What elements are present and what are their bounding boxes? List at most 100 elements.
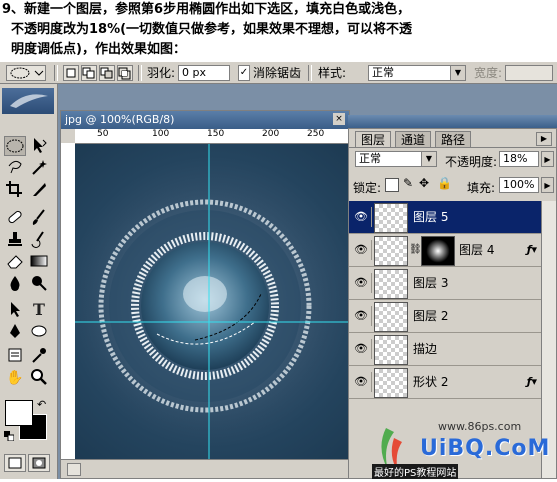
history-brush-tool[interactable] <box>28 230 50 250</box>
tab-layers[interactable]: 图层 <box>355 131 392 147</box>
fill-slider-button[interactable]: ▶ <box>541 177 554 193</box>
layer-mask-thumbnail[interactable] <box>421 236 455 266</box>
eye-icon[interactable]: 👁 <box>351 372 372 392</box>
droplet-icon <box>10 276 20 291</box>
intersect-selection-icon <box>118 67 131 80</box>
lock-position-icon[interactable]: ✥ <box>419 176 429 190</box>
slice-knife-icon <box>33 183 46 196</box>
pen-nib-icon <box>10 324 20 338</box>
chain-link-icon[interactable]: ⛓ <box>409 244 422 255</box>
clone-stamp-tool[interactable] <box>4 230 26 250</box>
layer-row[interactable]: 👁 图层 5 <box>349 201 543 234</box>
eye-icon[interactable]: 👁 <box>351 306 372 326</box>
layer-thumbnail <box>374 269 408 299</box>
toolbox: T ✋ ↶ <box>0 84 58 479</box>
fx-icon[interactable]: ƒ▾ <box>527 243 537 256</box>
caption-line-3: 明度调低点)，作出效果如图： <box>11 42 186 57</box>
width-input[interactable] <box>505 65 553 81</box>
brush-icon <box>32 209 45 225</box>
blur-tool[interactable] <box>4 274 26 294</box>
tool-preset-picker[interactable] <box>6 65 46 81</box>
blend-mode-value: 正常 <box>359 152 381 165</box>
move-arrow-icon <box>34 138 47 153</box>
layers-scrollbar[interactable] <box>541 201 556 478</box>
ellipse-shape-icon <box>31 325 47 337</box>
tab-paths[interactable]: 路径 <box>435 131 472 147</box>
eye-icon[interactable]: 👁 <box>351 240 372 260</box>
path-selection-tool[interactable] <box>4 300 26 320</box>
fx-icon[interactable]: ƒ▾ <box>527 375 537 388</box>
hand-tool[interactable]: ✋ <box>4 368 26 388</box>
ruler-tick: 50 <box>97 129 109 139</box>
layer-row[interactable]: 👁 图层 3 <box>349 267 543 300</box>
shape-tool[interactable] <box>28 322 50 342</box>
layer-row[interactable]: 👁 描边 <box>349 333 543 366</box>
eyedropper-icon <box>32 348 46 363</box>
layer-thumbnail <box>374 302 408 332</box>
intersect-selection-button[interactable] <box>117 65 133 81</box>
lock-transparency-icon[interactable] <box>385 178 399 192</box>
tab-channels[interactable]: 通道 <box>395 131 432 147</box>
type-tool[interactable]: T <box>28 300 50 320</box>
layer-name: 图层 4 <box>459 243 495 257</box>
blend-mode-select[interactable]: 正常 ▼ <box>355 151 437 167</box>
lasso-tool[interactable] <box>4 158 26 178</box>
opacity-input[interactable]: 18% <box>499 151 539 167</box>
quick-mask-button[interactable] <box>28 454 50 472</box>
new-selection-button[interactable] <box>63 65 79 81</box>
eyedropper-tool[interactable] <box>28 346 50 366</box>
antialias-checkbox[interactable]: ✓ <box>238 65 250 81</box>
status-menu-button[interactable] <box>67 463 81 476</box>
eraser-tool[interactable] <box>4 252 26 272</box>
options-bar: 羽化: 0 px ✓ 消除锯齿 样式: 正常 ▼ 宽度: <box>0 62 557 84</box>
magic-wand-tool[interactable] <box>28 158 50 178</box>
standard-mode-button[interactable] <box>4 454 26 472</box>
layer-row[interactable]: 👁 图层 2 <box>349 300 543 333</box>
document-title: jpg @ 100%(RGB/8) × <box>61 111 349 129</box>
lock-all-icon[interactable]: 🔒 <box>437 176 452 190</box>
add-selection-button[interactable] <box>81 65 97 81</box>
marquee-tool[interactable] <box>4 136 26 156</box>
subtract-selection-button[interactable] <box>99 65 115 81</box>
style-select[interactable]: 正常 ▼ <box>368 65 466 81</box>
pen-tool[interactable] <box>4 322 26 342</box>
crop-tool[interactable] <box>4 180 26 200</box>
swap-colors-icon[interactable]: ↶ <box>37 398 46 411</box>
eye-icon[interactable]: 👁 <box>351 273 372 293</box>
panel-titlebar <box>348 115 557 128</box>
feather-input[interactable]: 0 px <box>178 65 230 81</box>
opacity-slider-button[interactable]: ▶ <box>541 151 554 167</box>
zoom-tool[interactable] <box>28 368 50 388</box>
slice-tool[interactable] <box>28 180 50 200</box>
healing-brush-tool[interactable] <box>4 208 26 228</box>
caption-line-1: 9、新建一个图层，参照第6步用椭圆作出如下选区，填充白色或浅色， <box>2 2 411 17</box>
style-label: 样式: <box>318 66 347 80</box>
dodge-tool[interactable] <box>28 274 50 294</box>
lock-pixels-icon[interactable]: ✎ <box>403 176 413 190</box>
bandage-icon <box>8 210 22 224</box>
panel-menu-button[interactable]: ▶ <box>536 132 552 146</box>
layer-name: 描边 <box>413 342 438 356</box>
opacity-label: 不透明度: <box>445 155 498 169</box>
panel-tabs: 图层 通道 路径 ▶ <box>349 129 556 148</box>
notes-tool[interactable] <box>4 346 26 366</box>
eye-icon[interactable]: 👁 <box>351 207 372 227</box>
brush-tool[interactable] <box>28 208 50 228</box>
foreground-color-swatch[interactable] <box>5 400 33 426</box>
chevron-down-icon: ▼ <box>450 66 465 80</box>
layers-panel: 图层 通道 路径 ▶ 正常 ▼ 不透明度: 18% ▶ 锁定: ✎ ✥ 🔒 填充… <box>348 128 557 479</box>
fill-label: 填充: <box>467 181 496 195</box>
layer-row[interactable]: 👁 ⛓ 图层 4 ƒ▾ <box>349 234 543 267</box>
eye-icon[interactable]: 👁 <box>351 339 372 359</box>
fill-input[interactable]: 100% <box>499 177 539 193</box>
quick-mask-icon <box>32 457 46 469</box>
close-icon[interactable]: × <box>333 113 345 125</box>
chevron-down-icon: ▼ <box>421 152 436 166</box>
layer-row[interactable]: 👁 形状 2 ƒ▾ <box>349 366 543 399</box>
ruler-tick: 200 <box>262 129 280 139</box>
image-canvas[interactable] <box>75 144 349 460</box>
move-tool[interactable] <box>28 136 50 156</box>
subtract-selection-icon <box>100 67 113 79</box>
gradient-tool[interactable] <box>28 252 50 272</box>
default-colors-icon[interactable] <box>4 430 15 442</box>
